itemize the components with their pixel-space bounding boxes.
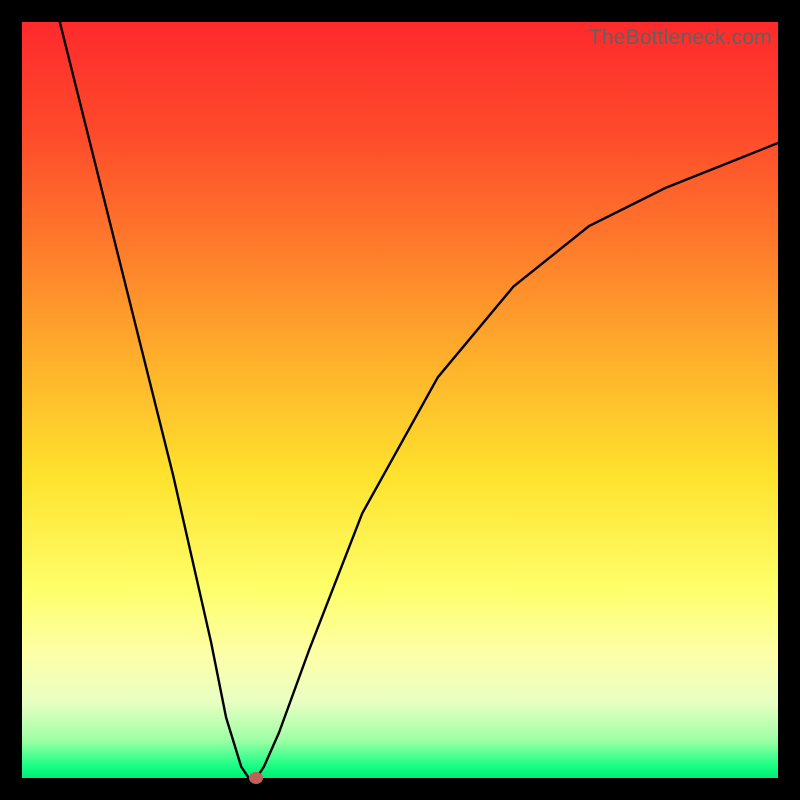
curve-path [60,22,778,778]
plot-area: TheBottleneck.com [22,22,778,778]
bottleneck-curve [22,22,778,778]
chart-frame: TheBottleneck.com [0,0,800,800]
optimal-point-marker [249,772,263,784]
